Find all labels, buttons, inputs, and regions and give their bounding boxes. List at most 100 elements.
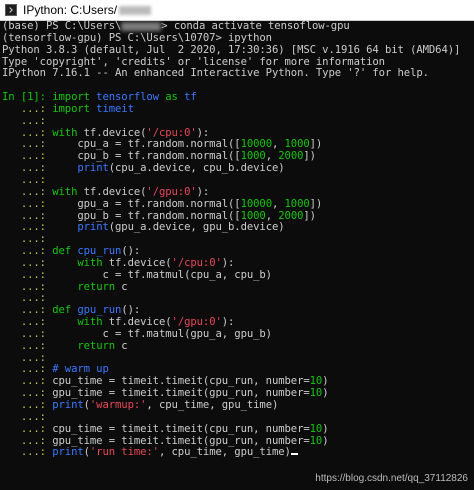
console-token: ...:: [2, 233, 53, 246]
watermark-text: https://blog.csdn.net/qq_37112826: [315, 473, 468, 484]
console-token: ...:: [2, 197, 53, 210]
console-line: ...: print(gpu_a.device, gpu_b.device): [2, 221, 474, 234]
console-token: print: [52, 446, 84, 459]
console-token: gpu_a = tf.random.normal([: [52, 197, 241, 210]
console-token: , cpu_time, gpu_time): [146, 399, 279, 411]
console-token: ...:: [2, 363, 53, 376]
console-token: print: [52, 399, 84, 411]
console-token: print: [77, 162, 109, 175]
console-token: Python 3.8.3 (default, Jul 2 2020, 17:30…: [2, 43, 461, 56]
console-token: Type 'copyright', 'credits' or 'license'…: [2, 55, 385, 68]
console-line: ...: import timeit: [2, 102, 474, 116]
console-token: ...:: [2, 387, 53, 400]
console-token: gpu_time = timeit.timeit(gpu_run, number…: [52, 387, 310, 400]
console-token: ...:: [2, 280, 53, 293]
console-token: ...:: [2, 327, 53, 340]
console-token: 1000: [284, 197, 310, 210]
console-token: ():: [121, 304, 141, 317]
console-token: ...:: [2, 126, 53, 139]
console-token: ...:: [2, 339, 53, 352]
console-token: [52, 281, 77, 293]
console-token: cpu_time = timeit.timeit(cpu_run, number…: [52, 422, 310, 435]
console-token: ):: [196, 185, 210, 198]
console-token: ...:: [2, 351, 53, 364]
console-token: ]): [309, 138, 323, 151]
console-token: c: [115, 339, 128, 352]
console-line: ...: return c: [2, 280, 474, 294]
console-token: 10: [309, 422, 323, 435]
console-token: tf.device(: [102, 316, 172, 329]
console-token: ...:: [2, 162, 53, 175]
console-token: with: [52, 126, 78, 139]
console-token: ...:: [2, 185, 53, 198]
console-token: ...:: [2, 292, 53, 305]
console-token: ...:: [2, 434, 53, 447]
console-token: ...:: [2, 256, 53, 269]
console-token: 1000: [240, 209, 266, 222]
console-token: ...:: [2, 102, 53, 115]
console-token: ():: [121, 245, 141, 258]
console-token: (cpu_a.device, cpu_b.device): [108, 162, 285, 175]
console-token: 1000: [284, 138, 310, 151]
redacted-username: [121, 21, 162, 31]
console-token: 1000: [240, 150, 266, 163]
console-token: ...:: [2, 446, 53, 459]
console-token: ,: [265, 150, 279, 163]
terminal-app-icon: [5, 4, 17, 16]
console-token: ,: [265, 209, 279, 222]
console-token: ): [322, 375, 329, 388]
console-token: c: [115, 280, 128, 293]
window-title-bar[interactable]: IPython: C:Users/: [0, 0, 474, 21]
console-token: c = tf.matmul(gpu_a, gpu_b): [52, 327, 272, 340]
console-token: ): [322, 422, 329, 435]
console-token: '/cpu:0': [146, 126, 197, 139]
console-token: gpu_time = timeit.timeit(gpu_run, number…: [52, 434, 310, 447]
console-token: cpu_b = tf.random.normal([: [52, 150, 241, 163]
console-token: with: [77, 256, 103, 269]
console-token: gpu_run: [77, 304, 122, 317]
console-token: cpu_run: [77, 245, 122, 258]
console-token: , cpu_time, gpu_time): [158, 446, 291, 459]
console-token: def: [52, 304, 72, 317]
console-token: 10000: [240, 197, 272, 210]
console-token: 10: [309, 387, 323, 400]
text-cursor: [290, 453, 298, 456]
console-token: ]): [303, 150, 316, 163]
console-line: IPython 7.16.1 -- An enhanced Interactiv…: [2, 67, 474, 80]
console-token: ):: [221, 256, 235, 269]
console-token: ...:: [2, 173, 53, 186]
console-token: [52, 316, 77, 328]
console-token: 2000: [278, 150, 304, 163]
console-token: (gpu_a.device, gpu_b.device): [108, 221, 285, 234]
console-token: with: [77, 316, 103, 329]
console-token: import: [52, 91, 90, 104]
console-token: timeit: [89, 102, 134, 115]
console-token: tf.device(: [77, 185, 147, 198]
console-token: ...:: [2, 304, 53, 317]
console-token: 10000: [240, 138, 272, 151]
console-token: (base) PS C:\Users\: [2, 21, 122, 32]
console-token: # warm up: [52, 363, 109, 376]
console-token: ...:: [2, 399, 53, 411]
console-token: gpu_b = tf.random.normal([: [52, 209, 241, 222]
console-token: 2000: [278, 209, 304, 222]
console-token: 10: [309, 375, 323, 388]
console-token: ...:: [2, 268, 53, 281]
console-line: ...: return c: [2, 339, 474, 353]
console-token: def: [52, 245, 72, 258]
console-token: IPython 7.16.1 -- An enhanced Interactiv…: [2, 67, 429, 80]
console-token: tf: [177, 91, 197, 104]
terminal-console[interactable]: (base) PS C:\Users\ > conda activate tens…: [0, 21, 474, 490]
console-token: cpu_a = tf.random.normal([: [52, 138, 241, 151]
console-token: '/gpu:0': [171, 316, 222, 329]
console-token: ...:: [2, 316, 53, 329]
console-token: c = tf.matmul(cpu_a, cpu_b): [52, 268, 272, 281]
console-token: return: [77, 280, 116, 293]
console-token: print: [77, 221, 109, 234]
console-token: '/cpu:0': [171, 256, 222, 269]
console-token: In [1]:: [2, 91, 53, 104]
console-token: 'warmup:': [89, 399, 147, 411]
console-line: ...: print('warmup:', cpu_time, gpu_time…: [2, 399, 474, 412]
console-token: [52, 221, 77, 233]
console-token: as: [165, 91, 178, 104]
